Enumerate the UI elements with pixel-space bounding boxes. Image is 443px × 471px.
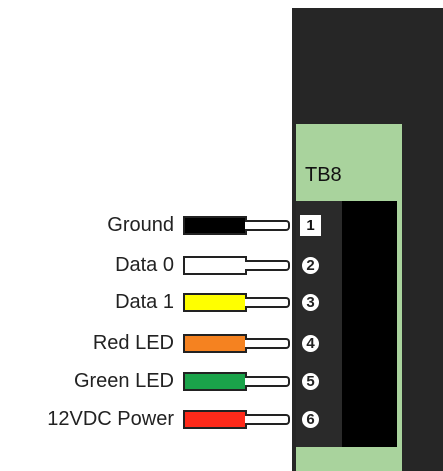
wire-insulation: [183, 216, 247, 235]
wire-label: Data 0: [115, 254, 174, 276]
wire-label: Ground: [107, 214, 174, 236]
wire-insulation: [183, 372, 247, 391]
wire-row-data1: Data 1: [0, 290, 296, 314]
wire-bare-end: [245, 376, 290, 387]
pin-number-badge: 4: [300, 333, 321, 354]
wire-label: Red LED: [92, 332, 174, 354]
wire-row-green-led: Green LED: [0, 369, 296, 393]
wire-label: Data 1: [115, 291, 174, 313]
wire-insulation: [183, 410, 247, 429]
wire-row-12vdc-power: 12VDC Power: [0, 407, 296, 431]
terminal-pin-strip: [296, 201, 342, 447]
wire-bare-end: [245, 297, 290, 308]
pin-number-badge: 6: [300, 409, 321, 430]
wire-bare-end: [245, 220, 290, 231]
wire-row-red-led: Red LED: [0, 331, 296, 355]
wire-insulation: [183, 334, 247, 353]
wire-bare-end: [245, 260, 290, 271]
wire-label: 12VDC Power: [47, 408, 174, 430]
pin-number-badge: 2: [300, 255, 321, 276]
pin-number-badge: 1: [300, 215, 321, 236]
wire-insulation: [183, 293, 247, 312]
wire-bare-end: [245, 414, 290, 425]
terminal-block-label: TB8: [305, 164, 342, 186]
wire-insulation: [183, 256, 247, 275]
wire-row-ground: Ground: [0, 213, 296, 237]
pin-number-badge: 3: [300, 292, 321, 313]
wire-bare-end: [245, 338, 290, 349]
wire-row-data0: Data 0: [0, 253, 296, 277]
pin-number-badge: 5: [300, 371, 321, 392]
wire-label: Green LED: [73, 370, 174, 392]
